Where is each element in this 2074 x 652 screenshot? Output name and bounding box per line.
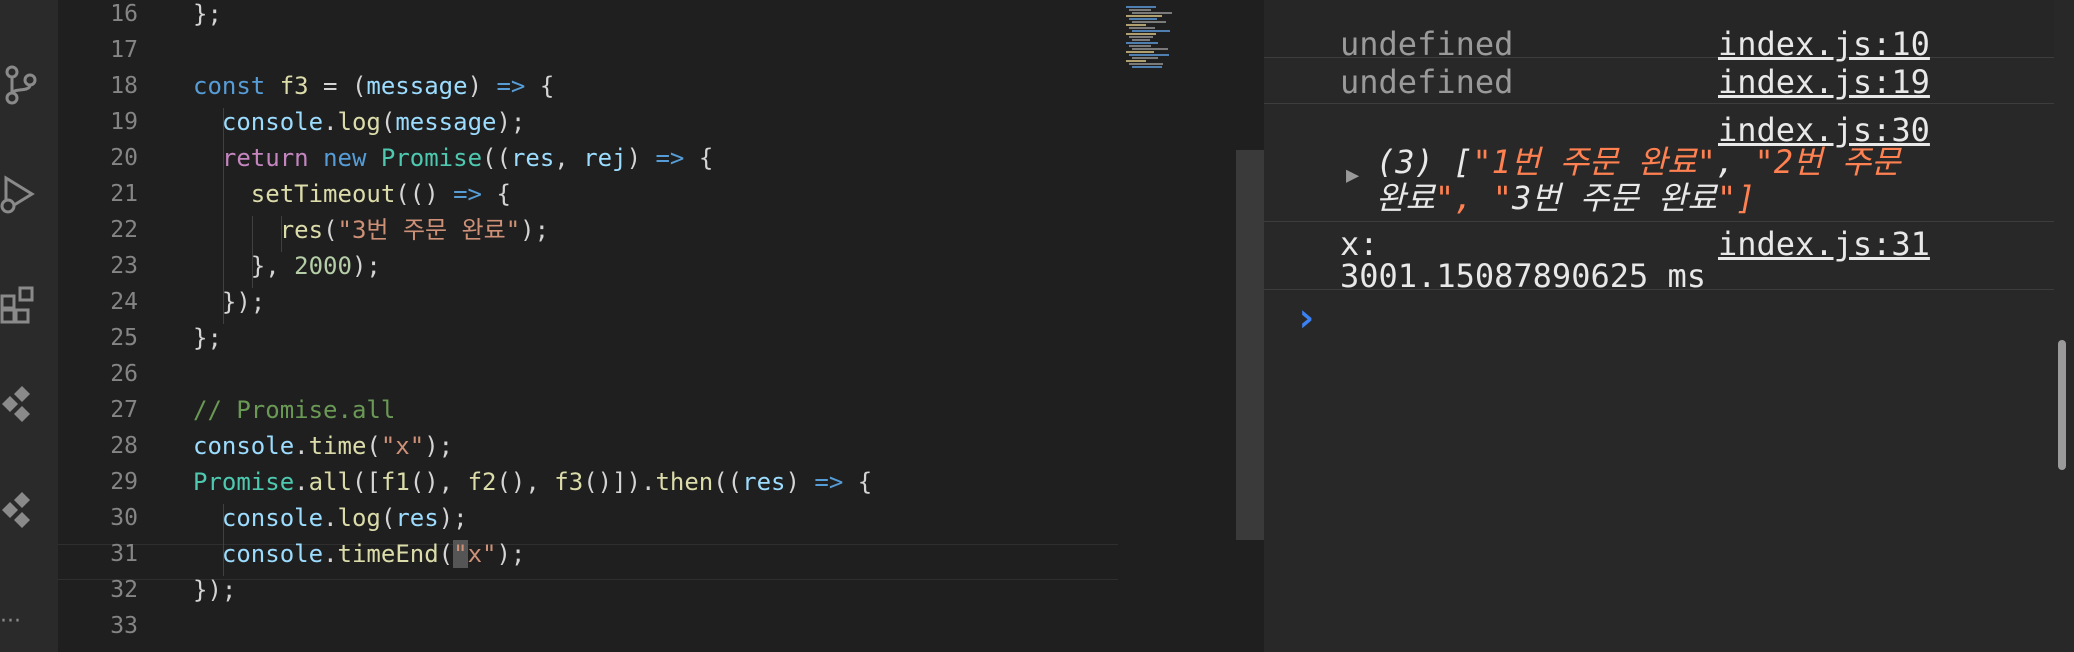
code-text: console.timeEnd("x"); [221,540,526,568]
source-link[interactable]: index.js:31 [1718,224,1930,264]
timer-value: 3001.15087890625 ms [1340,257,1707,295]
scrollbar-thumb[interactable] [1236,150,1264,540]
code-text: }; [193,324,222,352]
code-line[interactable]: 17 [58,32,1118,68]
line-number: 22 [110,217,138,243]
code-text: console.log(res); [221,504,468,532]
code-line[interactable]: 29 Promise.all([f1(), f2(), f3()]).then((… [58,464,1118,500]
line-number: 32 [110,577,138,603]
console-scrollbar[interactable] [2054,0,2074,652]
code-text: }); [193,576,237,604]
line-number: 27 [110,397,138,423]
minimap-line [1129,63,1163,65]
minimap[interactable] [1118,0,1236,652]
minimap-line [1126,6,1156,8]
line-number: 28 [110,433,138,459]
minimap-line [1132,66,1162,68]
code-text: }; [193,0,222,28]
remote-icon[interactable] [0,382,40,426]
code-line[interactable]: 31 console.timeEnd("x"); [58,536,1118,572]
code-text: res("3번 주문 완료"); [279,216,550,244]
expand-arrow-icon[interactable]: ▶ [1346,156,1359,196]
line-number: 30 [110,505,138,531]
minimap-line [1132,39,1150,41]
code-line[interactable]: 26 [58,356,1118,392]
code-line[interactable]: 24 }); [58,284,1118,320]
minimap-line [1126,60,1146,62]
console-message: x: index.js:31 3001.15087890625 ms [1264,222,2054,295]
console-message: undefined index.js:19 [1264,58,2054,104]
console-message: index.js:30 ▶ (3) ["1번 주문 완료", "2번 주문 완료… [1264,104,2054,222]
code-line[interactable]: 20 return new Promise((res, rej) => { [58,140,1118,176]
line-number: 19 [110,109,138,135]
line-number: 25 [110,325,138,351]
minimap-line [1126,42,1158,44]
code-editor[interactable]: 16}; 17 18 const f3 = (message) => { 19 cons… [58,0,1118,652]
line-number: 24 [110,289,138,315]
code-line[interactable]: 23 }, 2000); [58,248,1118,284]
code-text: }); [193,288,266,316]
minimap-line [1132,57,1158,59]
line-number: 23 [110,253,138,279]
line-number: 26 [110,361,138,387]
minimap-line [1126,24,1146,26]
code-text: const f3 = (message) => { [193,72,555,100]
code-line[interactable]: 30 console.log(res); [58,500,1118,536]
line-number: 21 [110,181,138,207]
extensions-icon[interactable] [0,282,40,326]
code-text: Promise.all([f1(), f2(), f3()]).then((re… [193,468,873,496]
minimap-line [1129,36,1153,38]
more-icon[interactable]: ··· [0,600,40,644]
code-line[interactable]: 19 console.log(message); [58,104,1118,140]
minimap-line [1129,54,1169,56]
console-message-text: undefined [1340,63,1514,101]
remote-icon[interactable] [0,488,40,532]
minimap-line [1126,33,1156,35]
minimap-line [1132,48,1168,50]
console-message: undefined index.js:10 [1264,0,2054,63]
minimap-line [1132,12,1172,14]
code-text: // Promise.all [193,396,396,424]
code-line[interactable]: 21 setTimeout(() => { [58,176,1118,212]
code-text: console.time("x"); [193,432,454,460]
code-text: console.log(message); [221,108,526,136]
devtools-console: undefined index.js:10 undefined index.js… [1264,0,2074,652]
line-number: 16 [110,1,138,27]
code-line[interactable]: 18 const f3 = (message) => { [58,68,1118,104]
minimap-line [1126,51,1154,53]
minimap-line [1132,30,1170,32]
code-line[interactable]: 22 res("3번 주문 완료"); [58,212,1118,248]
minimap-line [1126,15,1162,17]
line-number: 33 [110,613,138,639]
line-number: 20 [110,145,138,171]
scrollbar-thumb[interactable] [2058,340,2066,470]
code-line[interactable]: 27 // Promise.all [58,392,1118,428]
code-text: setTimeout(() => { [250,180,511,208]
source-control-icon[interactable] [0,62,40,106]
minimap-line [1129,18,1157,20]
line-number: 31 [110,541,138,567]
line-number: 29 [110,469,138,495]
minimap-line [1132,21,1166,23]
editor-scrollbar[interactable] [1236,0,1264,652]
activity-bar: ··· [0,0,58,652]
minimap-line [1129,9,1151,11]
code-line[interactable]: 33 [58,608,1118,644]
code-line[interactable]: 32}); [58,572,1118,608]
line-number: 18 [110,73,138,99]
console-prompt-icon[interactable]: › [1294,298,1318,338]
code-line[interactable]: 16}; [58,0,1118,32]
code-text: return new Promise((res, rej) => { [221,144,714,172]
run-debug-icon[interactable] [0,172,40,216]
array-preview-line1[interactable]: (3) ["1번 주문 완료", "2번 주문 [1376,142,1901,182]
code-text: }, 2000); [193,252,381,280]
code-line[interactable]: 25}; [58,320,1118,356]
code-line[interactable]: 28 console.time("x"); [58,428,1118,464]
line-number: 17 [110,37,138,63]
array-preview-line2[interactable]: 완료", "3번 주문 완료"] [1376,178,1755,218]
minimap-line [1129,45,1151,47]
minimap-line [1129,27,1155,29]
source-link[interactable]: index.js:19 [1718,62,1930,102]
